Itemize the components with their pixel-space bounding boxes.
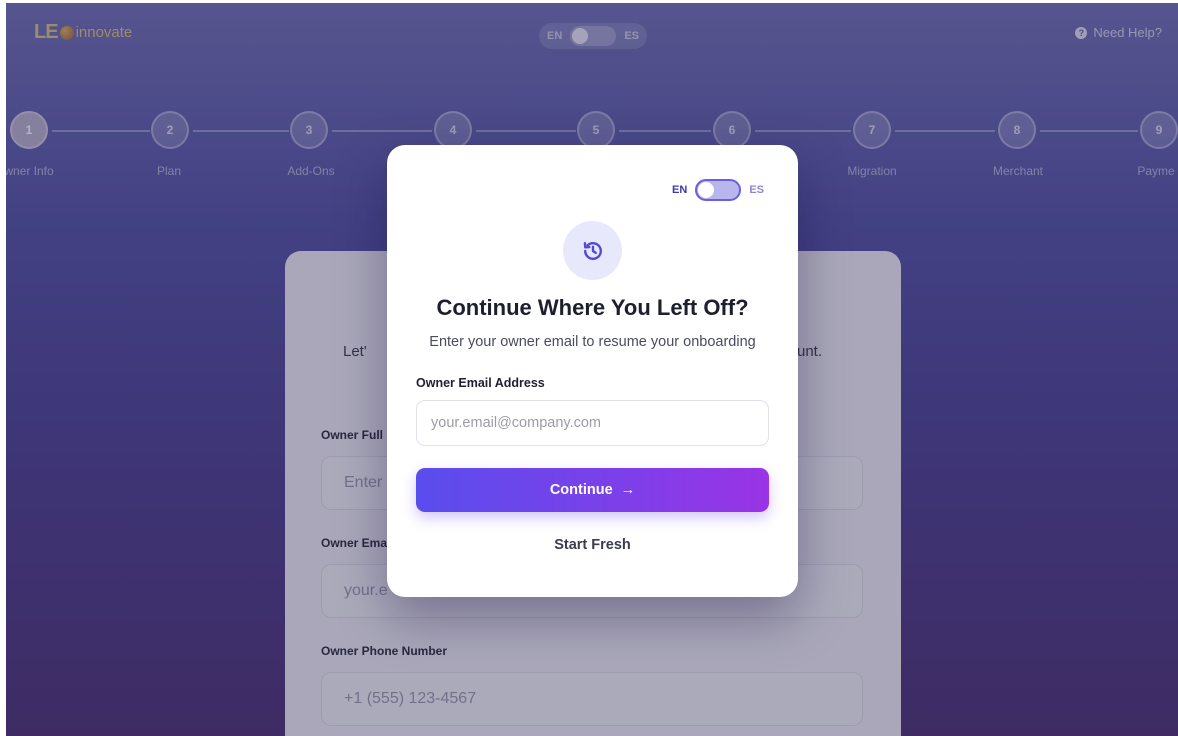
lang-en-label: EN bbox=[672, 184, 688, 196]
start-fresh-button[interactable]: Start Fresh bbox=[387, 537, 798, 553]
switch-knob bbox=[698, 182, 715, 198]
owner-email-label: Owner Email Address bbox=[416, 376, 545, 390]
arrow-right-icon: → bbox=[620, 482, 636, 498]
language-switch[interactable] bbox=[695, 179, 742, 201]
modal-subtitle: Enter your owner email to resume your on… bbox=[429, 334, 756, 350]
owner-email-input[interactable] bbox=[416, 400, 769, 446]
modal-title: Continue Where You Left Off? bbox=[436, 295, 749, 320]
continue-label: Continue bbox=[549, 482, 613, 498]
resume-onboarding-modal: EN ES Continue Where You Left Off? Enter… bbox=[387, 145, 798, 597]
lang-es-label: ES bbox=[749, 184, 764, 196]
language-toggle-modal[interactable]: EN ES bbox=[672, 179, 764, 201]
history-icon bbox=[583, 241, 602, 260]
history-icon-badge bbox=[563, 221, 622, 280]
continue-button[interactable]: Continue → bbox=[416, 468, 769, 512]
